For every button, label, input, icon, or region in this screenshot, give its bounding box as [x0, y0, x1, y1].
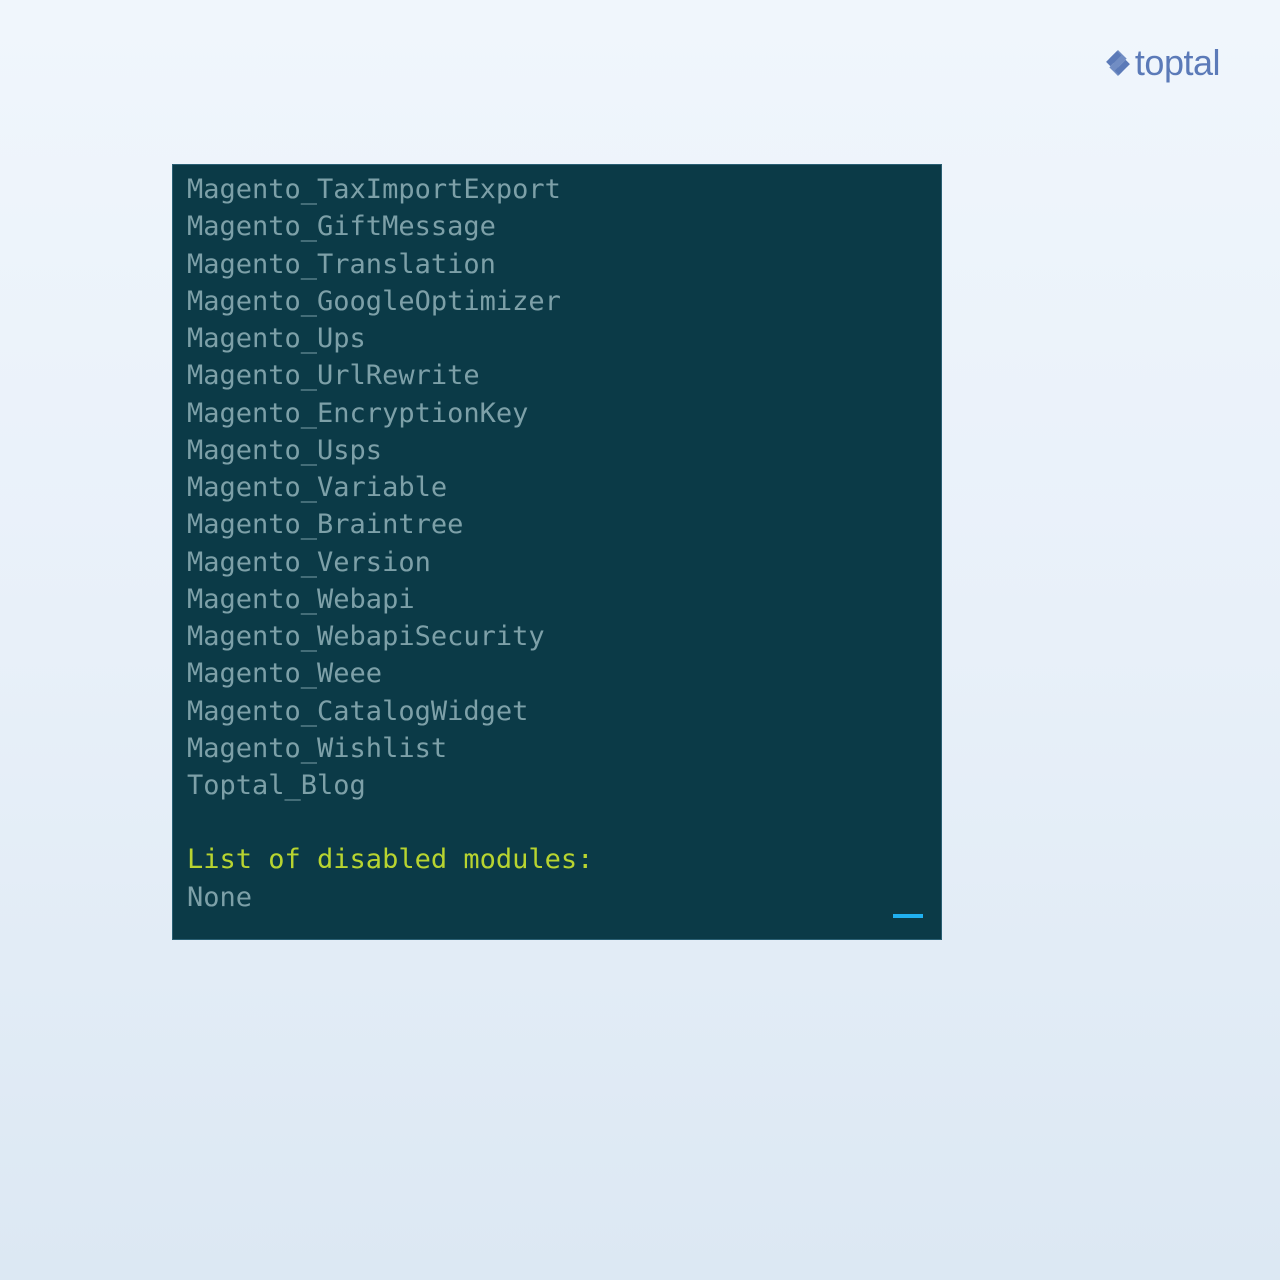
module-line: Magento_Webapi	[187, 581, 927, 618]
toptal-logo-text: toptal	[1135, 42, 1220, 84]
module-line: Magento_EncryptionKey	[187, 395, 927, 432]
module-line: Magento_Weee	[187, 655, 927, 692]
module-line: Magento_Translation	[187, 246, 927, 283]
module-line: Magento_Version	[187, 544, 927, 581]
module-line: Magento_GoogleOptimizer	[187, 283, 927, 320]
module-line: Magento_Usps	[187, 432, 927, 469]
terminal-cursor	[893, 914, 923, 918]
module-line: Magento_Variable	[187, 469, 927, 506]
module-line: Magento_TaxImportExport	[187, 171, 927, 208]
module-line: Magento_GiftMessage	[187, 208, 927, 245]
module-line: Magento_CatalogWidget	[187, 693, 927, 730]
disabled-modules-value: None	[187, 879, 927, 916]
toptal-icon	[1105, 50, 1131, 76]
blank-line	[187, 804, 927, 841]
module-line: Toptal_Blog	[187, 767, 927, 804]
module-line: Magento_Ups	[187, 320, 927, 357]
terminal-window: Magento_TaxImportExport Magento_GiftMess…	[172, 164, 942, 940]
module-line: Magento_WebapiSecurity	[187, 618, 927, 655]
toptal-logo: toptal	[1105, 42, 1220, 84]
module-line: Magento_Wishlist	[187, 730, 927, 767]
disabled-modules-heading: List of disabled modules:	[187, 841, 927, 878]
module-line: Magento_Braintree	[187, 506, 927, 543]
disabled-value-text: None	[187, 882, 252, 913]
module-line: Magento_UrlRewrite	[187, 357, 927, 394]
